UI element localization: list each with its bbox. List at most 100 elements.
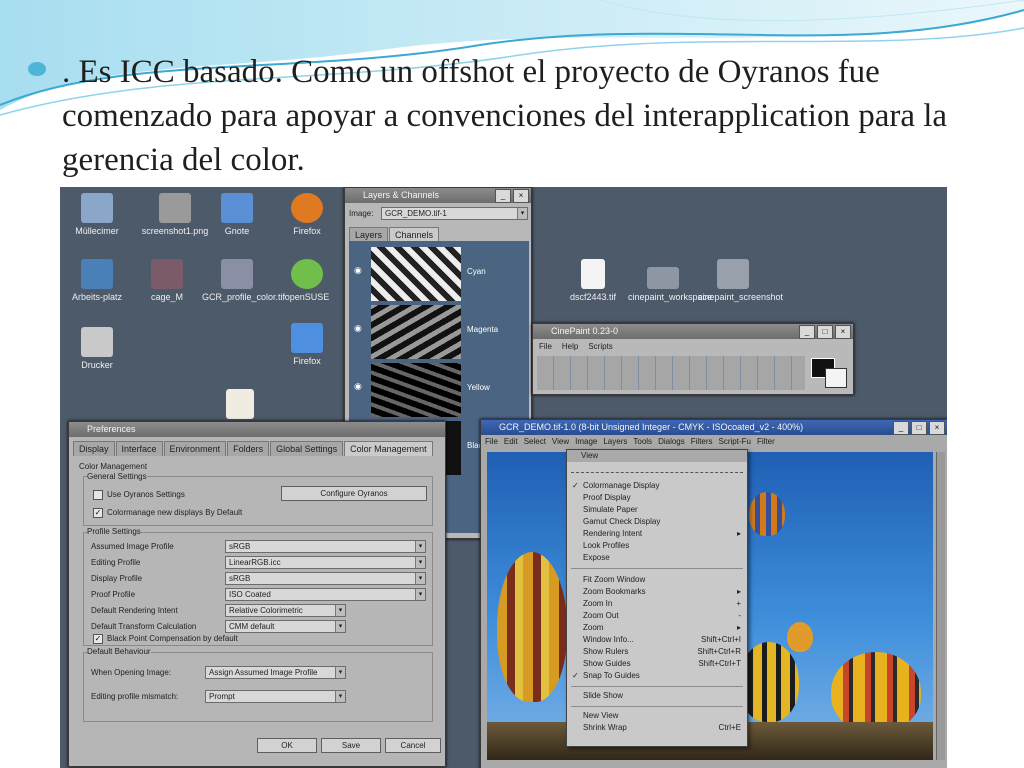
desktop-icon-workplace[interactable]: Arbeits-platz [62,259,132,302]
tab-display[interactable]: Display [73,441,115,456]
menu-item-look-profiles[interactable]: Look Profiles [567,540,747,552]
desktop-icon-gnote[interactable]: Gnote [202,193,272,236]
desktop-icon-printer[interactable]: Drucker [62,327,132,370]
tab-channels[interactable]: Channels [389,227,440,242]
transform-calculation-label: Default Transform Calculation [91,622,197,631]
transform-calculation-select[interactable]: CMM default ▾ [225,620,346,633]
menu-item-zoom-out[interactable]: Zoom Out - [567,610,747,622]
close-button[interactable]: × [513,189,529,203]
menu-help[interactable]: Help [562,342,578,351]
menu-item-snap-to-guides[interactable]: ✓ Snap To Guides [567,670,747,682]
menu-item-zoom-in[interactable]: Zoom In + [567,598,747,610]
menu-tools[interactable]: Tools [633,437,652,446]
menu-item-window-info[interactable]: Window Info... Shift+Ctrl+I [567,634,747,646]
close-button[interactable]: × [929,421,945,435]
image-file-icon [221,259,253,289]
black-point-checkbox[interactable]: ✓ [93,634,103,644]
desktop-icon-cinepaint-screenshot[interactable]: cinepaint_screenshot [698,259,783,302]
menu-file[interactable]: File [539,342,552,351]
tearoff-line[interactable] [571,472,743,474]
menu-view[interactable]: View [552,437,569,446]
black-point-label: Black Point Compensation by default [107,634,238,643]
menu-item-gamut-check[interactable]: Gamut Check Display [567,516,747,528]
editing-profile-select[interactable]: LinearRGB.icc ▾ [225,556,426,569]
pdf-icon [226,389,254,419]
eye-icon[interactable]: ◉ [354,265,362,276]
chevron-down-icon: ▾ [415,573,425,584]
menu-item-rendering-intent[interactable]: Rendering Intent ▸ [567,528,747,540]
list-item[interactable]: ◉ Yellow [349,361,529,417]
rendering-intent-select[interactable]: Relative Colorimetric ▾ [225,604,346,617]
desktop-icon-firefox[interactable]: Firefox [272,193,342,236]
menu-file[interactable]: File [485,437,498,446]
menu-scripts[interactable]: Scripts [588,342,612,351]
menu-filters[interactable]: Filters [691,437,713,446]
use-oyranos-checkbox[interactable] [93,490,103,500]
menu-item-zoom[interactable]: Zoom ▸ [567,622,747,634]
tool-palette[interactable] [537,356,805,390]
menu-filter[interactable]: Filter [757,437,775,446]
balloon-image [749,492,785,536]
tab-global-settings[interactable]: Global Settings [270,441,344,456]
tab-environment[interactable]: Environment [163,441,227,456]
desktop-icon-dscf[interactable]: dscf2443.tif [558,259,628,302]
editing-profile-label: Editing Profile [91,558,141,567]
save-button[interactable]: Save [321,738,381,753]
maximize-button[interactable]: □ [817,325,833,339]
bullet-dot [28,62,46,76]
menu-edit[interactable]: Edit [504,437,518,446]
menu-item-expose[interactable]: Expose [567,552,747,564]
desktop-icon-firefox-folder[interactable]: Firefox [272,323,342,366]
menu-layers[interactable]: Layers [603,437,627,446]
menu-item-colormanage-display[interactable]: ✓ Colormanage Display [567,480,747,492]
menu-item-simulate-paper[interactable]: Simulate Paper [567,504,747,516]
image-titlebar: GCR_DEMO.tif-1.0 (8-bit Unsigned Integer… [481,420,947,435]
list-item[interactable]: ◉ Cyan [349,245,529,301]
desktop-icon-gcr-profile[interactable]: GCR_profile_color.tif [202,259,285,302]
desktop-icon-pdf[interactable] [220,389,260,422]
minimize-button[interactable]: _ [495,189,511,203]
desktop-icon-trash[interactable]: Müllecimer [62,193,132,236]
proof-profile-select[interactable]: ISO Coated ▾ [225,588,426,601]
menu-separator [571,706,743,707]
menu-item-new-view[interactable]: New View [567,710,747,722]
tab-folders[interactable]: Folders [227,441,270,456]
when-opening-label: When Opening Image: [91,668,172,677]
desktop-icon-cinepaint-workspace[interactable]: cinepaint_workspace [628,259,712,302]
assumed-profile-select[interactable]: sRGB ▾ [225,540,426,553]
menu-image[interactable]: Image [575,437,597,446]
menu-item-slide-show[interactable]: Slide Show [567,690,747,702]
eye-icon[interactable]: ◉ [354,381,362,392]
menu-item-fit-zoom-window[interactable]: Fit Zoom Window [567,574,747,586]
cancel-button[interactable]: Cancel [385,738,441,753]
eye-icon[interactable]: ◉ [354,323,362,334]
menu-item-shrink-wrap[interactable]: Shrink Wrap Ctrl+E [567,722,747,734]
background-color-swatch[interactable] [825,368,847,388]
tab-layers[interactable]: Layers [349,227,389,242]
when-opening-select[interactable]: Assign Assumed Image Profile ▾ [205,666,346,679]
maximize-button[interactable]: □ [911,421,927,435]
menu-item-show-rulers[interactable]: Show Rulers Shift+Ctrl+R [567,646,747,658]
colormanage-default-checkbox[interactable]: ✓ [93,508,103,518]
desktop-icon-opensuse[interactable]: openSUSE [272,259,342,302]
tab-color-management[interactable]: Color Management [344,441,433,456]
close-button[interactable]: × [835,325,851,339]
image-select[interactable]: GCR_DEMO.tif-1 ▾ [381,207,528,220]
menu-scriptfu[interactable]: Script-Fu [719,437,751,446]
minimize-button[interactable]: _ [893,421,909,435]
desktop-icon-cage[interactable]: cage_M [132,259,202,302]
menu-item-show-guides[interactable]: Show Guides Shift+Ctrl+T [567,658,747,670]
desktop-icon-screenshot[interactable]: screenshot1.png [140,193,210,236]
menu-select[interactable]: Select [524,437,546,446]
mismatch-select[interactable]: Prompt ▾ [205,690,346,703]
configure-oyranos-button[interactable]: Configure Oyranos [281,486,427,501]
tab-interface[interactable]: Interface [115,441,163,456]
ok-button[interactable]: OK [257,738,317,753]
menu-item-zoom-bookmarks[interactable]: Zoom Bookmarks ▸ [567,586,747,598]
list-item[interactable]: ◉ Magenta [349,303,529,359]
menu-item-proof-display[interactable]: Proof Display [567,492,747,504]
menu-dialogs[interactable]: Dialogs [658,437,685,446]
display-profile-select[interactable]: sRGB ▾ [225,572,426,585]
vertical-scrollbar[interactable] [936,452,945,760]
minimize-button[interactable]: _ [799,325,815,339]
